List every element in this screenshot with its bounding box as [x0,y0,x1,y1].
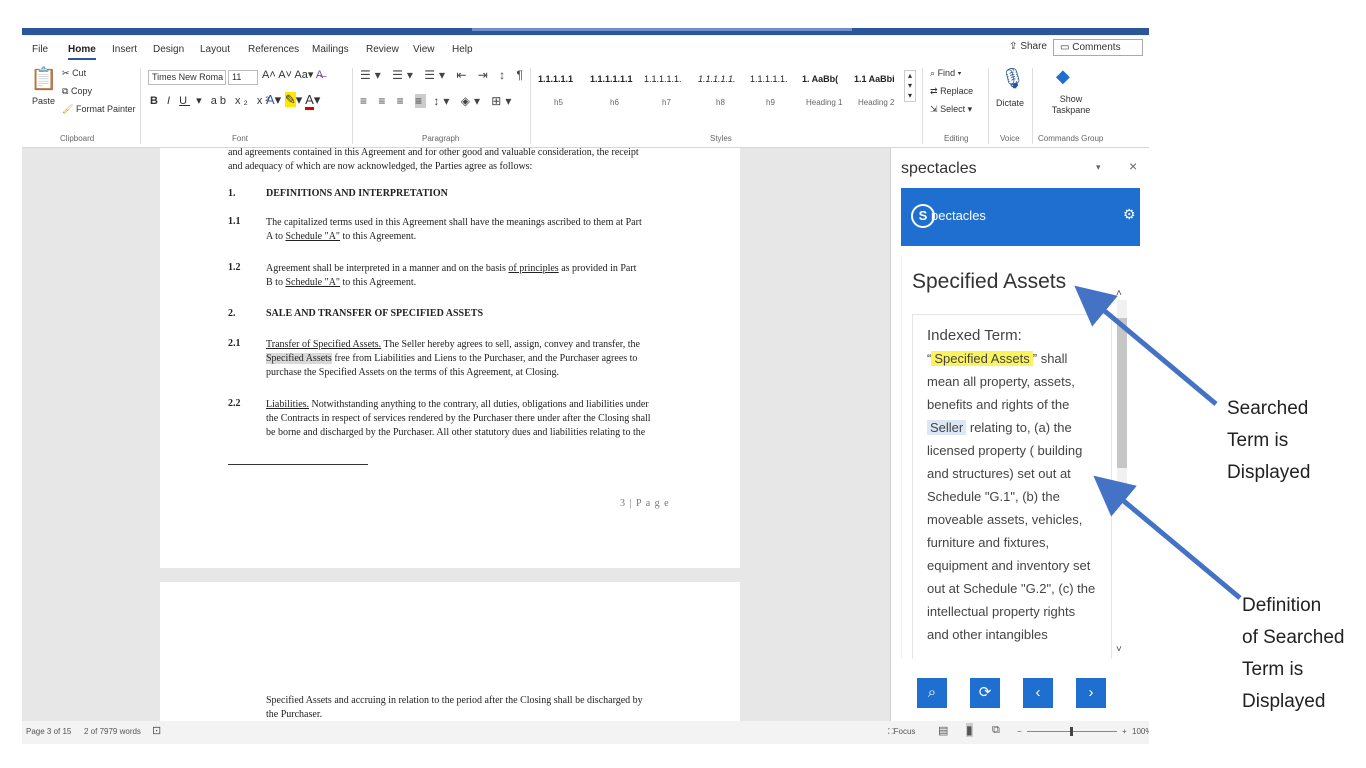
screenshot: File Home Insert Design Layout Reference… [0,0,1366,768]
annotation-arrows [1074,285,1242,600]
arrow-to-definition [1093,475,1242,600]
annotation-searched-term: Searched Term is Displayed [1227,398,1311,483]
annotation-definition: Definition of Searched Term is Displayed [1242,595,1345,712]
arrow-to-searched-term [1074,285,1218,406]
